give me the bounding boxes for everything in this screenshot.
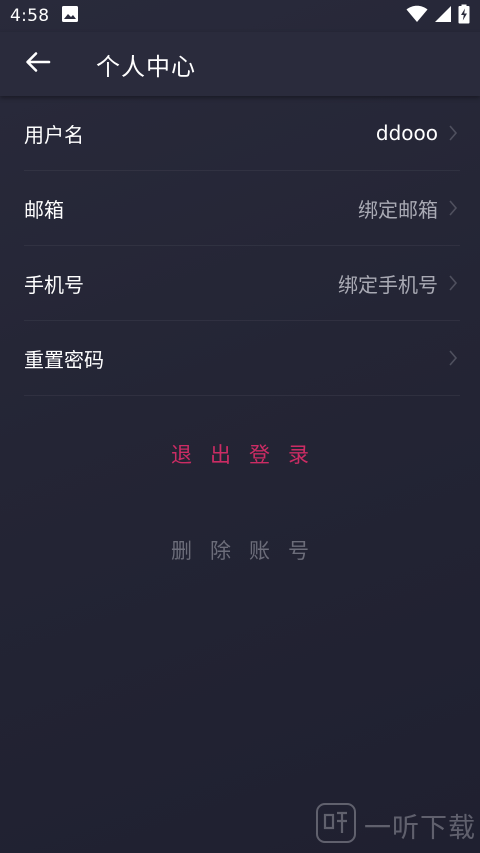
phone-value: 绑定手机号 xyxy=(338,272,438,297)
email-row[interactable]: 邮箱 绑定邮箱 xyxy=(24,171,460,246)
image-icon xyxy=(61,5,79,27)
chevron-right-icon xyxy=(446,348,460,368)
status-bar: 4:58 xyxy=(0,0,480,32)
reset-password-right xyxy=(446,348,460,368)
battery-charging-icon xyxy=(458,4,470,28)
watermark-logo-icon xyxy=(316,803,356,847)
username-row[interactable]: 用户名 ddooo xyxy=(24,96,460,171)
reset-password-label: 重置密码 xyxy=(24,347,104,372)
email-right: 绑定邮箱 xyxy=(358,194,460,223)
status-left: 4:58 xyxy=(10,5,79,27)
username-value: ddooo xyxy=(375,121,438,145)
status-right xyxy=(406,4,470,28)
username-right: ddooo xyxy=(376,121,460,145)
logout-button[interactable]: 退出登录 xyxy=(0,432,480,476)
arrow-left-icon xyxy=(25,51,51,77)
email-label: 邮箱 xyxy=(24,197,64,222)
phone-right: 绑定手机号 xyxy=(338,269,460,298)
page-title: 个人中心 xyxy=(96,52,196,81)
email-value: 绑定邮箱 xyxy=(358,197,438,222)
profile-list: 用户名 ddooo 邮箱 绑定邮箱 手机号 绑定手机号 重置密码 xyxy=(0,96,480,396)
status-time: 4:58 xyxy=(10,6,50,26)
watermark-text: 一听下载 xyxy=(364,812,476,844)
back-button[interactable] xyxy=(0,32,76,96)
phone-label: 手机号 xyxy=(24,272,84,297)
phone-row[interactable]: 手机号 绑定手机号 xyxy=(24,246,460,321)
delete-account-button[interactable]: 删除账号 xyxy=(0,528,480,572)
chevron-right-icon xyxy=(446,273,460,293)
signal-icon xyxy=(434,5,452,27)
chevron-right-icon xyxy=(446,123,460,143)
watermark: 一听下载 xyxy=(316,803,476,847)
app-bar: 个人中心 xyxy=(0,32,480,96)
reset-password-row[interactable]: 重置密码 xyxy=(24,321,460,396)
username-label: 用户名 xyxy=(24,122,84,147)
wifi-icon xyxy=(406,5,428,27)
chevron-right-icon xyxy=(446,198,460,218)
